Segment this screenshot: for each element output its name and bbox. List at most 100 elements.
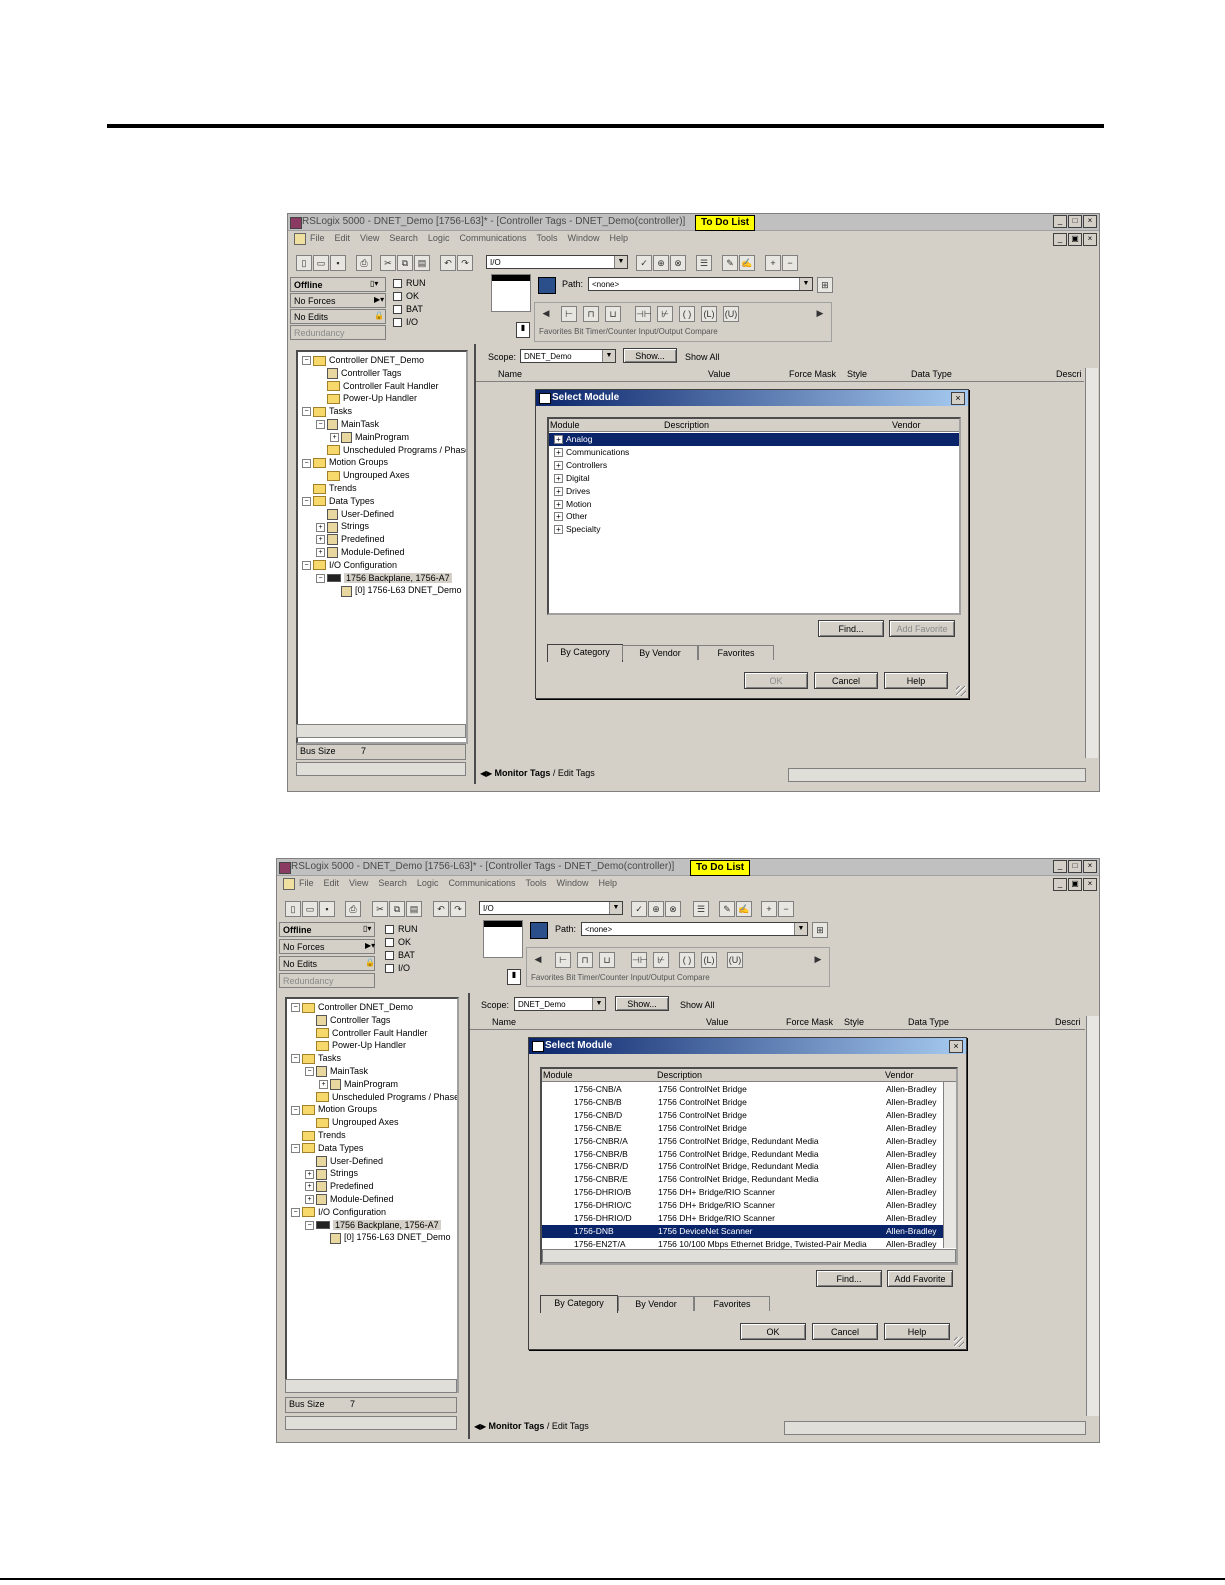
tree-item[interactable]: + Module-Defined — [305, 1194, 394, 1206]
otl-icon[interactable]: (L) — [701, 306, 717, 322]
tab-edit-tags[interactable]: Edit Tags — [552, 1421, 589, 1431]
rung-icon[interactable]: ⊢ — [561, 306, 577, 322]
collapse-icon[interactable]: − — [316, 420, 325, 430]
col-data-type[interactable]: Data Type — [911, 369, 952, 379]
add-favorite-button[interactable]: Add Favorite — [887, 1270, 953, 1287]
module-row[interactable]: + Drives — [549, 485, 959, 498]
tree-item[interactable]: + Predefined — [316, 534, 385, 546]
tree-item[interactable]: − 1756 Backplane, 1756-A7 — [305, 1219, 441, 1230]
tree-item[interactable]: Controller Tags — [305, 1015, 390, 1026]
edit-icon[interactable]: ✍ — [739, 255, 755, 271]
tags-hscrollbar[interactable] — [788, 768, 1086, 782]
tab-favorites[interactable]: Favorites — [694, 1296, 770, 1311]
module-row[interactable]: + Motion — [549, 498, 959, 511]
search-combo[interactable]: I/O ▼ — [479, 901, 623, 915]
tree-item[interactable]: − MainTask — [316, 419, 379, 431]
chevron-down-icon[interactable]: ▼ — [609, 902, 622, 914]
module-row[interactable]: 1756-DNB 1756 DeviceNet Scanner Allen-Brad… — [542, 1224, 944, 1238]
expand-icon[interactable]: + — [554, 460, 563, 470]
edits-status[interactable]: No Edits — [279, 956, 375, 971]
tree-item[interactable]: − Data Types — [302, 496, 374, 507]
minimize-icon[interactable]: _ — [1053, 860, 1067, 873]
tab-monitor-tags[interactable]: Monitor Tags — [495, 768, 551, 778]
tree-item[interactable]: Ungrouped Axes — [316, 470, 410, 481]
collapse-icon[interactable]: − — [302, 496, 311, 506]
tree-item[interactable]: Controller Tags — [316, 368, 401, 379]
scroll-right-icon[interactable]: ▶ — [811, 952, 825, 966]
xic-icon[interactable]: ⊣⊢ — [631, 952, 648, 968]
menu-file[interactable]: File — [299, 878, 314, 888]
col-style[interactable]: Style — [847, 369, 867, 379]
tree-item[interactable]: − Tasks — [291, 1053, 341, 1064]
new-icon[interactable]: ▯ — [285, 901, 301, 917]
browse-icon[interactable]: ⊕ — [648, 901, 664, 917]
module-row[interactable]: + Controllers — [549, 459, 959, 472]
expand-icon[interactable]: + — [554, 499, 563, 509]
collapse-icon[interactable]: − — [305, 1067, 314, 1077]
tab-by-vendor[interactable]: By Vendor — [618, 1296, 694, 1311]
tab-by-category[interactable]: By Category — [547, 644, 623, 662]
collapse-icon[interactable]: − — [291, 1054, 300, 1064]
chevron-down-icon[interactable]: ▼ — [602, 350, 615, 362]
menu-communications[interactable]: Communications — [448, 878, 515, 888]
menu-window[interactable]: Window — [567, 233, 599, 243]
module-row[interactable]: + Analog — [549, 433, 959, 446]
tab-scroll-icon[interactable]: ◀▶ — [474, 1422, 489, 1431]
module-row[interactable]: 1756-CNB/D 1756 ControlNet Bridge Allen-Br… — [542, 1109, 944, 1122]
path-combo[interactable]: <none> ▼ — [581, 922, 808, 936]
menu-view[interactable]: View — [349, 878, 368, 888]
menu-logic[interactable]: Logic — [428, 233, 450, 243]
col-header-description[interactable]: Description — [664, 420, 709, 430]
add-favorite-button[interactable]: Add Favorite — [889, 620, 955, 637]
expand-icon[interactable]: + — [554, 473, 563, 483]
collapse-icon[interactable]: − — [316, 573, 325, 583]
col-header-module[interactable]: Module — [550, 420, 580, 430]
show-button[interactable]: Show... — [623, 348, 677, 363]
collapse-icon[interactable]: − — [302, 458, 311, 468]
collapse-icon[interactable]: − — [302, 407, 311, 417]
scroll-left-icon[interactable]: ◀ — [531, 952, 545, 966]
xref-icon[interactable]: ⊗ — [670, 255, 686, 271]
who-active-icon[interactable]: ⊞ — [817, 277, 833, 293]
tab-edit-tags[interactable]: Edit Tags — [558, 768, 595, 778]
tree-item[interactable]: + MainProgram — [319, 1079, 398, 1090]
paste-icon[interactable]: ▤ — [406, 901, 422, 917]
collapse-icon[interactable]: − — [302, 560, 311, 570]
tree-item[interactable]: + Strings — [316, 521, 369, 533]
organizer-icon[interactable]: ☰ — [696, 255, 712, 271]
module-row[interactable]: 1756-DHRIO/C 1756 DH+ Bridge/RIO Scanner A… — [542, 1199, 944, 1212]
scroll-left-icon[interactable]: ◀ — [539, 306, 553, 320]
cancel-button[interactable]: Cancel — [814, 672, 878, 689]
zoom-out-icon[interactable]: − — [782, 255, 798, 271]
copy-icon[interactable]: ⧉ — [397, 255, 413, 271]
module-row[interactable]: 1756-CNB/A 1756 ControlNet Bridge Allen-Br… — [542, 1083, 944, 1096]
tags-vscrollbar[interactable] — [1086, 1016, 1099, 1416]
tree-item[interactable]: − Motion Groups — [302, 457, 388, 469]
undo-icon[interactable]: ↶ — [440, 255, 456, 271]
col-style[interactable]: Style — [844, 1017, 864, 1027]
chevron-down-icon[interactable]: ▼ — [592, 998, 605, 1010]
edits-status[interactable]: No Edits — [290, 309, 386, 324]
collapse-icon[interactable]: − — [291, 1207, 300, 1217]
properties-icon[interactable]: ✎ — [719, 901, 735, 917]
expand-icon[interactable]: + — [330, 432, 339, 442]
save-icon[interactable]: ▪ — [330, 255, 346, 271]
tab-favorites[interactable]: Favorites — [698, 645, 774, 660]
rung-icon[interactable]: ⊢ — [555, 952, 571, 968]
col-data-type[interactable]: Data Type — [908, 1017, 949, 1027]
col-force-mask[interactable]: Force Mask — [789, 369, 836, 379]
open-icon[interactable]: ▭ — [313, 255, 329, 271]
col-value[interactable]: Value — [706, 1017, 728, 1027]
tree-item[interactable]: Unscheduled Programs / Phases — [316, 445, 466, 456]
undo-icon[interactable]: ↶ — [433, 901, 449, 917]
resize-grip-icon[interactable] — [954, 1337, 964, 1347]
col-name[interactable]: Name — [492, 1017, 516, 1027]
module-row[interactable]: 1756-DHRIO/D 1756 DH+ Bridge/RIO Scanner A… — [542, 1212, 944, 1225]
module-row[interactable]: 1756-CNBR/B 1756 ControlNet Bridge, Redun… — [542, 1148, 944, 1161]
collapse-icon[interactable]: − — [291, 1003, 300, 1013]
new-icon[interactable]: ▯ — [296, 255, 312, 271]
module-row[interactable]: 1756-CNB/B 1756 ControlNet Bridge Allen-Br… — [542, 1096, 944, 1109]
bus-hscrollbar[interactable] — [296, 762, 466, 776]
ote-icon[interactable]: ( ) — [679, 952, 695, 968]
tree-item[interactable]: Controller Fault Handler — [305, 1028, 428, 1039]
